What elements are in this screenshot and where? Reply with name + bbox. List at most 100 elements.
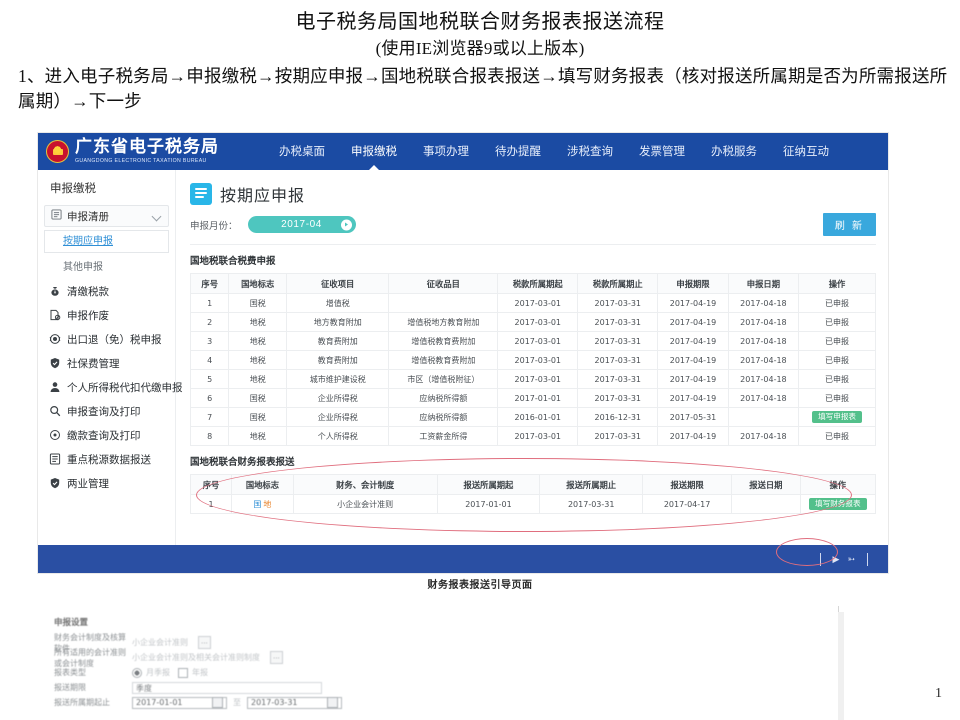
- picker-button[interactable]: ⋯: [198, 636, 211, 649]
- col-item: 征收项目: [286, 273, 390, 294]
- bottom-form-row-accounting-system: 财务会计制度及核算软件 小企业会计准则 ⋯: [54, 633, 840, 653]
- cell-end: 2017-03-31: [577, 350, 659, 370]
- cell-no: 8: [189, 426, 230, 446]
- table-row: 2 地税 地方教育附加 增值税地方教育附加 2017-03-01 2017-03…: [189, 312, 876, 332]
- nav-item-6[interactable]: 办税服务: [698, 133, 770, 170]
- cell-item: 地方教育附加: [286, 312, 390, 332]
- refresh-button[interactable]: 刷 新: [822, 213, 876, 236]
- picker-button[interactable]: ⋯: [270, 651, 283, 664]
- search-icon: [48, 405, 62, 417]
- sidebar-item-declaration-query-print[interactable]: 申报查询及打印: [38, 399, 175, 423]
- cell-filed: 2017-04-18: [727, 312, 800, 332]
- pagination[interactable]: ▶ ➳: [812, 552, 876, 566]
- report-period-input[interactable]: 季度: [132, 681, 322, 694]
- sidebar-group-declaration-list[interactable]: 申报清册: [44, 205, 169, 227]
- export-refund-icon: [48, 333, 62, 345]
- cell-flag: 地税: [228, 426, 288, 446]
- table-row: 5 地税 城市维护建设税 市区（增值税附征） 2017-03-01 2017-0…: [189, 369, 876, 389]
- cell-filed: 2017-04-18: [727, 388, 800, 408]
- cell-subitem: 应纳税所得额: [388, 407, 499, 427]
- cell-flag: 地税: [228, 369, 288, 389]
- cell-due: 2017-04-19: [657, 388, 729, 408]
- pager-divider-right: [867, 552, 868, 566]
- col-period-end: 税款所属期止: [577, 273, 659, 294]
- cell-item: 企业所得税: [286, 388, 390, 408]
- sidebar-item-void-declaration[interactable]: 申报作废: [38, 303, 175, 327]
- sidebar-item-social-insurance[interactable]: 社保费管理: [38, 351, 175, 375]
- section-title-financial-report: 国地税联合财务报表报送: [190, 457, 295, 468]
- sidebar-subitem-other-declaration[interactable]: 其他申报: [44, 256, 169, 279]
- sidebar-item-label: 重点税源数据报送: [67, 453, 151, 466]
- period-start-input[interactable]: 2017-01-01: [132, 696, 227, 709]
- screenshot-caption: 财务报表报送引导页面: [427, 580, 533, 591]
- period-start-value: 2017-01-01: [136, 697, 183, 707]
- sidebar-item-two-industries[interactable]: 两业管理: [38, 471, 175, 495]
- chevron-down-icon[interactable]: [153, 212, 162, 221]
- calendar-icon[interactable]: [327, 697, 338, 708]
- filter-month-label: 申报月份：: [190, 220, 238, 232]
- cell-no: 7: [189, 407, 230, 427]
- cell-no: 1: [189, 494, 233, 514]
- nav-item-4[interactable]: 涉税查询: [554, 133, 626, 170]
- sidebar-item-label: 社保费管理: [67, 357, 120, 370]
- radio-monthly-quarterly[interactable]: [132, 667, 142, 678]
- slide-subtitle: (使用IE浏览器9或以上版本): [375, 38, 585, 58]
- table-row: 1 国税 增值税 2017-03-01 2017-03-31 2017-04-1…: [189, 293, 876, 313]
- col-sent-date: 报送日期: [731, 474, 801, 495]
- coin-icon: [48, 429, 62, 441]
- nav-item-7[interactable]: 征纳互动: [770, 133, 842, 170]
- cell-action: 已申报: [798, 331, 876, 351]
- sidebar-item-payment-query-print[interactable]: 缴款查询及打印: [38, 423, 175, 447]
- cell-flag: 国税: [228, 388, 288, 408]
- cell-action: 已申报: [798, 312, 876, 332]
- table-header-row: 序号 国地标志 征收项目 征收品目 税款所属期起 税款所属期止 申报期限 申报日…: [189, 273, 876, 294]
- nav-item-1[interactable]: 申报缴税: [338, 133, 410, 170]
- cell-action: 已申报: [798, 388, 876, 408]
- money-bag-icon: ¥: [48, 285, 62, 297]
- cell-flag: 地税: [228, 350, 288, 370]
- fill-financial-report-button[interactable]: 填写财务报表: [809, 497, 867, 511]
- slide-title: 电子税务局国地税联合财务报表报送流程: [295, 11, 665, 33]
- list-icon: [51, 207, 62, 225]
- cell-end: 2017-03-31: [577, 388, 659, 408]
- cell-sent: [731, 494, 801, 514]
- shield-icon: [48, 357, 62, 369]
- next-page-icon[interactable]: ▶: [833, 554, 840, 565]
- cell-item: 教育费附加: [286, 331, 390, 351]
- cell-action: 已申报: [798, 293, 876, 313]
- nav-item-0[interactable]: 办税桌面: [266, 133, 338, 170]
- sidebar-item-clear-tax[interactable]: ¥ 清缴税款: [38, 279, 175, 303]
- nav-item-3[interactable]: 待办提醒: [482, 133, 554, 170]
- fill-declaration-button[interactable]: 填写申报表: [812, 410, 863, 424]
- slide-step-text: 1、进入电子税务局→申报缴税→按期应申报→国地税联合报表报送→填写财务报表（核对…: [18, 65, 948, 111]
- nav-item-2[interactable]: 事项办理: [410, 133, 482, 170]
- cell-subitem: 工资薪金所得: [388, 426, 499, 446]
- cell-end: 2017-03-31: [577, 293, 659, 313]
- flag-di: 地: [263, 499, 272, 509]
- table-header-row: 序号 国地标志 财务、会计制度 报送所属期起 报送所属期止 报送期限 报送日期 …: [189, 474, 877, 495]
- col-due-date: 申报期限: [657, 273, 729, 294]
- cell-item: 教育费附加: [286, 350, 390, 370]
- table-row: 1 国地 小企业会计准则 2017-01-01 2017-03-31 2017-…: [189, 494, 877, 514]
- nav-item-5[interactable]: 发票管理: [626, 133, 698, 170]
- cell-subitem: 增值税教育费附加: [388, 331, 499, 351]
- cell-subitem: [388, 293, 499, 313]
- radio-annual[interactable]: [178, 667, 188, 678]
- embedded-browser-screenshot: 广东省电子税务局 GUANGDONG ELECTRONIC TAXATION B…: [38, 133, 888, 573]
- sidebar-item-key-tax-source-report[interactable]: 重点税源数据报送: [38, 447, 175, 471]
- cell-item: 增值税: [286, 293, 390, 313]
- filter-month-selector[interactable]: 2017-04: [247, 216, 356, 233]
- calendar-icon[interactable]: [212, 697, 223, 708]
- slide-page-number: 1: [935, 686, 942, 701]
- period-end-input[interactable]: 2017-03-31: [247, 696, 342, 709]
- cell-start: 2017-03-01: [497, 369, 579, 389]
- cell-due: 2017-04-19: [657, 369, 729, 389]
- main-nav: 办税桌面 申报缴税 事项办理 待办提醒 涉税查询 发票管理 办税服务 征纳互动: [266, 133, 842, 170]
- sidebar-item-export-refund[interactable]: 出口退（免）税申报: [38, 327, 175, 351]
- sidebar-item-individual-income-tax[interactable]: 个人所得税代扣代缴申报: [38, 375, 183, 399]
- cell-filed: 2017-04-18: [727, 426, 800, 446]
- chevron-right-icon[interactable]: [340, 219, 352, 230]
- svg-text:¥: ¥: [54, 290, 57, 295]
- cell-filed: 2017-04-18: [727, 331, 800, 351]
- sidebar-subitem-periodic-declaration[interactable]: 按期应申报: [44, 230, 169, 253]
